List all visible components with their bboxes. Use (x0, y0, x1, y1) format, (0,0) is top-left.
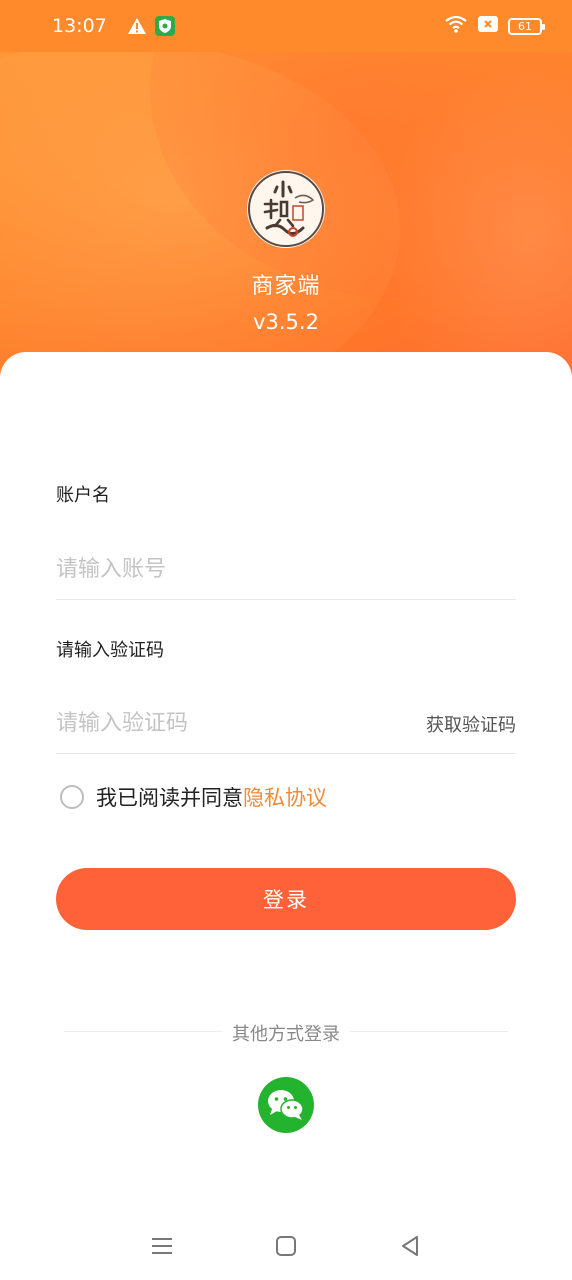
status-bar: 13:07 61 (0, 0, 572, 52)
account-label: 账户名 (56, 485, 110, 506)
system-nav-bar (0, 1212, 572, 1280)
app-version: v3.5.2 (253, 310, 319, 334)
verification-code-input[interactable] (56, 711, 426, 736)
status-time: 13:07 (52, 15, 107, 37)
agreement-row: 我已阅读并同意 隐私协议 (60, 782, 327, 812)
menu-icon[interactable] (142, 1226, 182, 1266)
close-box-icon (478, 15, 498, 37)
header-banner: 13:07 61 商家端 v3.5.2 (0, 0, 572, 400)
account-input-row (56, 540, 516, 600)
wechat-login-button[interactable] (258, 1077, 314, 1133)
agree-text: 我已阅读并同意 (96, 786, 243, 810)
get-code-button[interactable]: 获取验证码 (426, 711, 516, 737)
app-name: 商家端 (251, 274, 321, 299)
account-input[interactable] (56, 557, 516, 582)
shield-app-icon (154, 16, 175, 36)
app-logo (247, 170, 325, 248)
code-label: 请输入验证码 (56, 640, 164, 661)
wechat-icon (268, 1090, 304, 1120)
login-button[interactable]: 登录 (56, 868, 516, 930)
back-triangle-icon[interactable] (390, 1226, 430, 1266)
code-input-row: 获取验证码 (56, 694, 516, 754)
wifi-icon (444, 15, 468, 38)
warning-icon (127, 17, 147, 35)
other-login-label-wrap: 其他方式登录 (0, 1020, 572, 1046)
agree-radio[interactable] (60, 785, 84, 809)
privacy-link[interactable]: 隐私协议 (243, 782, 327, 812)
home-square-icon[interactable] (266, 1226, 306, 1266)
battery-icon: 61 (508, 17, 545, 35)
other-login-label: 其他方式登录 (222, 1024, 350, 1045)
